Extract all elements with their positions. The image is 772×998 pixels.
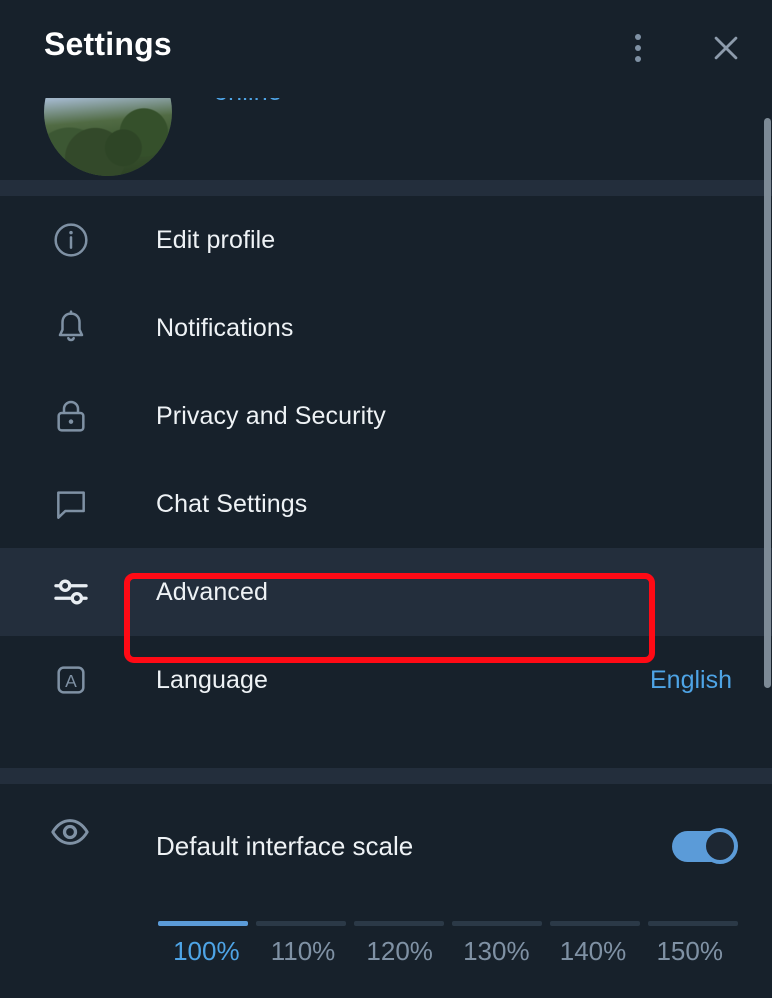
menu-item-label: Privacy and Security [156,401,386,430]
interface-scale-toggle[interactable] [672,828,738,864]
section-divider-top [0,180,772,196]
scale-segment[interactable] [354,921,444,926]
close-icon [714,36,738,60]
scale-segment[interactable] [256,921,346,926]
eye-icon [46,808,94,856]
interface-scale-title: Default interface scale [156,831,414,861]
page-title: Settings [44,26,172,62]
menu-item-label: Notifications [156,313,294,342]
sliders-icon [48,569,94,615]
settings-menu: Edit profile Notifications Privacy and S… [0,196,772,724]
dialog-header: Settings [0,0,772,98]
menu-item-label: Chat Settings [156,489,308,518]
scale-label-150[interactable]: 150% [641,936,738,967]
menu-item-chat-settings[interactable]: Chat Settings [0,460,772,548]
info-circle-icon [48,217,94,263]
scale-slider-track[interactable] [158,921,738,926]
bell-icon [48,305,94,351]
more-options-button[interactable] [612,22,664,74]
menu-item-language[interactable]: A Language English [0,636,772,724]
menu-item-label: Edit profile [156,225,276,254]
scale-label-110[interactable]: 110% [255,936,352,967]
toggle-knob [702,828,738,864]
scale-label-120[interactable]: 120% [351,936,448,967]
scale-segment[interactable] [550,921,640,926]
scale-label-140[interactable]: 140% [545,936,642,967]
language-value[interactable]: English [650,666,732,695]
settings-dialog: online Settings Edit profil [0,0,772,998]
interface-scale-section: Default interface scale 100% 110% 120% 1… [0,784,772,998]
letter-a-icon: A [48,657,94,703]
close-button[interactable] [700,22,752,74]
menu-item-privacy-and-security[interactable]: Privacy and Security [0,372,772,460]
vertical-scrollbar[interactable] [764,118,771,688]
scale-segment[interactable] [452,921,542,926]
menu-item-label: Advanced [156,577,268,606]
scale-segment[interactable] [648,921,738,926]
menu-item-edit-profile[interactable]: Edit profile [0,196,772,284]
svg-text:A: A [65,671,77,691]
menu-item-advanced[interactable]: Advanced [0,548,772,636]
menu-item-notifications[interactable]: Notifications [0,284,772,372]
section-divider-bottom [0,768,772,784]
scale-segment[interactable] [158,921,248,926]
more-vertical-icon [635,34,641,62]
lock-icon [48,393,94,439]
menu-item-label: Language [156,665,269,694]
interface-scale-header: Default interface scale [0,784,772,910]
scale-slider-labels: 100% 110% 120% 130% 140% 150% [158,936,738,967]
chat-bubble-icon [48,481,94,527]
scale-label-100[interactable]: 100% [158,936,255,967]
scale-label-130[interactable]: 130% [448,936,545,967]
